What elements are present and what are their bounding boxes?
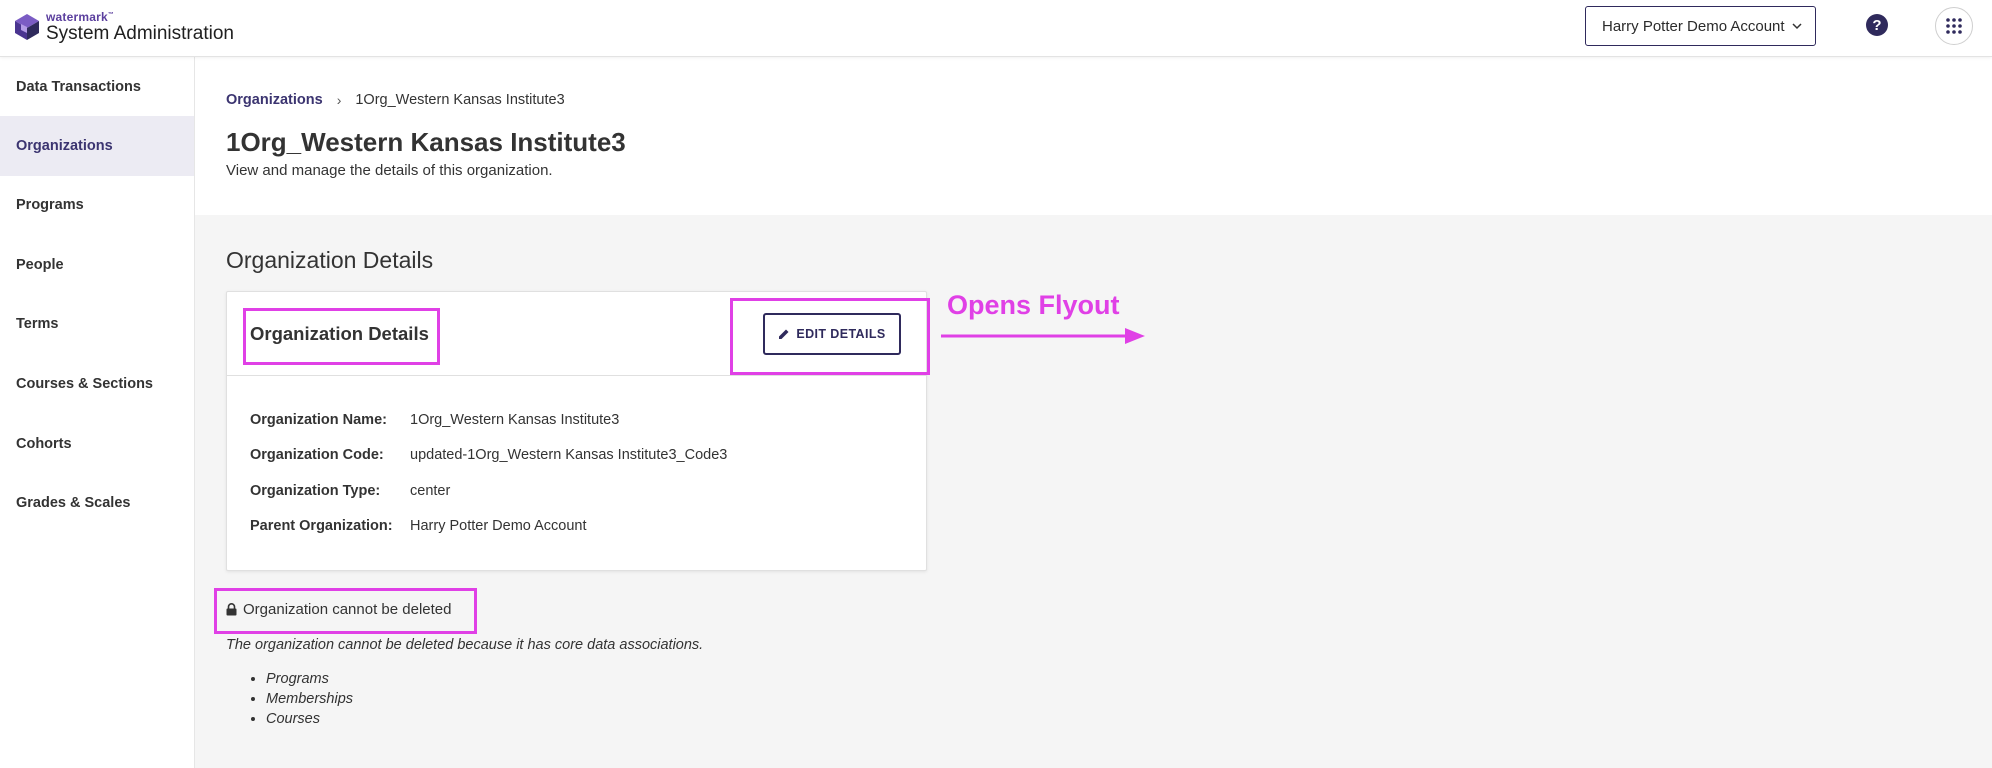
sidebar-item-cohorts[interactable]: Cohorts xyxy=(0,414,194,474)
breadcrumb-organizations-link[interactable]: Organizations xyxy=(226,92,323,108)
list-item: Programs xyxy=(266,670,353,690)
detail-value: Harry Potter Demo Account xyxy=(410,518,587,534)
detail-label: Organization Name: xyxy=(250,412,387,428)
section-title: Organization Details xyxy=(226,247,434,273)
annotation-label: Opens Flyout xyxy=(947,290,1120,320)
page-header: Organizations › 1Org_Western Kansas Inst… xyxy=(195,57,1992,215)
card-title: Organization Details xyxy=(250,323,429,344)
pencil-icon xyxy=(779,329,789,339)
detail-value: center xyxy=(410,483,451,499)
watermark-logo-icon xyxy=(15,14,39,40)
help-icon[interactable]: ? xyxy=(1866,14,1888,36)
breadcrumb-separator: › xyxy=(336,92,342,108)
sidebar-item-courses-sections[interactable]: Courses & Sections xyxy=(0,354,194,414)
detail-value: 1Org_Western Kansas Institute3 xyxy=(410,412,620,428)
detail-label: Organization Type: xyxy=(250,483,381,499)
detail-row-parent: Parent Organization: Harry Potter Demo A… xyxy=(250,518,587,534)
organization-details-card: Organization Details EDIT DETAILS Organi… xyxy=(226,291,927,571)
brand[interactable]: watermark™ System Administration xyxy=(12,9,234,45)
top-bar: watermark™ System Administration Harry P… xyxy=(0,0,1992,57)
list-item: Memberships xyxy=(266,690,353,710)
sidebar-item-organizations[interactable]: Organizations xyxy=(0,116,194,176)
sidebar-item-terms[interactable]: Terms xyxy=(0,294,194,354)
detail-row-name: Organization Name: 1Org_Western Kansas I… xyxy=(250,412,619,428)
list-item: Courses xyxy=(266,710,353,730)
detail-value: updated-1Org_Western Kansas Institute3_C… xyxy=(410,447,728,463)
detail-row-type: Organization Type: center xyxy=(250,483,450,499)
detail-label: Organization Code: xyxy=(250,447,384,463)
detail-label: Parent Organization: xyxy=(250,518,393,534)
delete-status: Organization cannot be deleted xyxy=(226,601,451,618)
arrow-right-icon xyxy=(941,328,1145,344)
lock-icon xyxy=(226,603,237,616)
associations-list: Programs Memberships Courses xyxy=(266,670,353,730)
breadcrumb-current: 1Org_Western Kansas Institute3 xyxy=(355,92,565,108)
sidebar-nav: Data Transactions Organizations Programs… xyxy=(0,57,195,768)
app-launcher-button[interactable] xyxy=(1935,7,1973,45)
grid-icon xyxy=(1946,18,1962,34)
card-header: Organization Details EDIT DETAILS xyxy=(227,292,926,376)
account-selector-label: Harry Potter Demo Account xyxy=(1602,17,1785,35)
breadcrumb: Organizations › 1Org_Western Kansas Inst… xyxy=(226,92,565,108)
app-title: System Administration xyxy=(46,23,234,44)
sidebar-item-grades-scales[interactable]: Grades & Scales xyxy=(0,473,194,533)
page-title: 1Org_Western Kansas Institute3 xyxy=(226,127,626,157)
edit-details-button[interactable]: EDIT DETAILS xyxy=(763,313,901,355)
chevron-down-icon xyxy=(1792,23,1802,30)
account-selector[interactable]: Harry Potter Demo Account xyxy=(1585,6,1816,46)
delete-note: The organization cannot be deleted becau… xyxy=(226,637,704,653)
detail-row-code: Organization Code: updated-1Org_Western … xyxy=(250,447,727,463)
page-subtitle: View and manage the details of this orga… xyxy=(226,162,553,179)
sidebar-item-people[interactable]: People xyxy=(0,235,194,295)
brand-wordmark: watermark™ xyxy=(46,10,115,24)
sidebar-item-data-transactions[interactable]: Data Transactions xyxy=(0,57,194,117)
sidebar-item-programs[interactable]: Programs xyxy=(0,175,194,235)
